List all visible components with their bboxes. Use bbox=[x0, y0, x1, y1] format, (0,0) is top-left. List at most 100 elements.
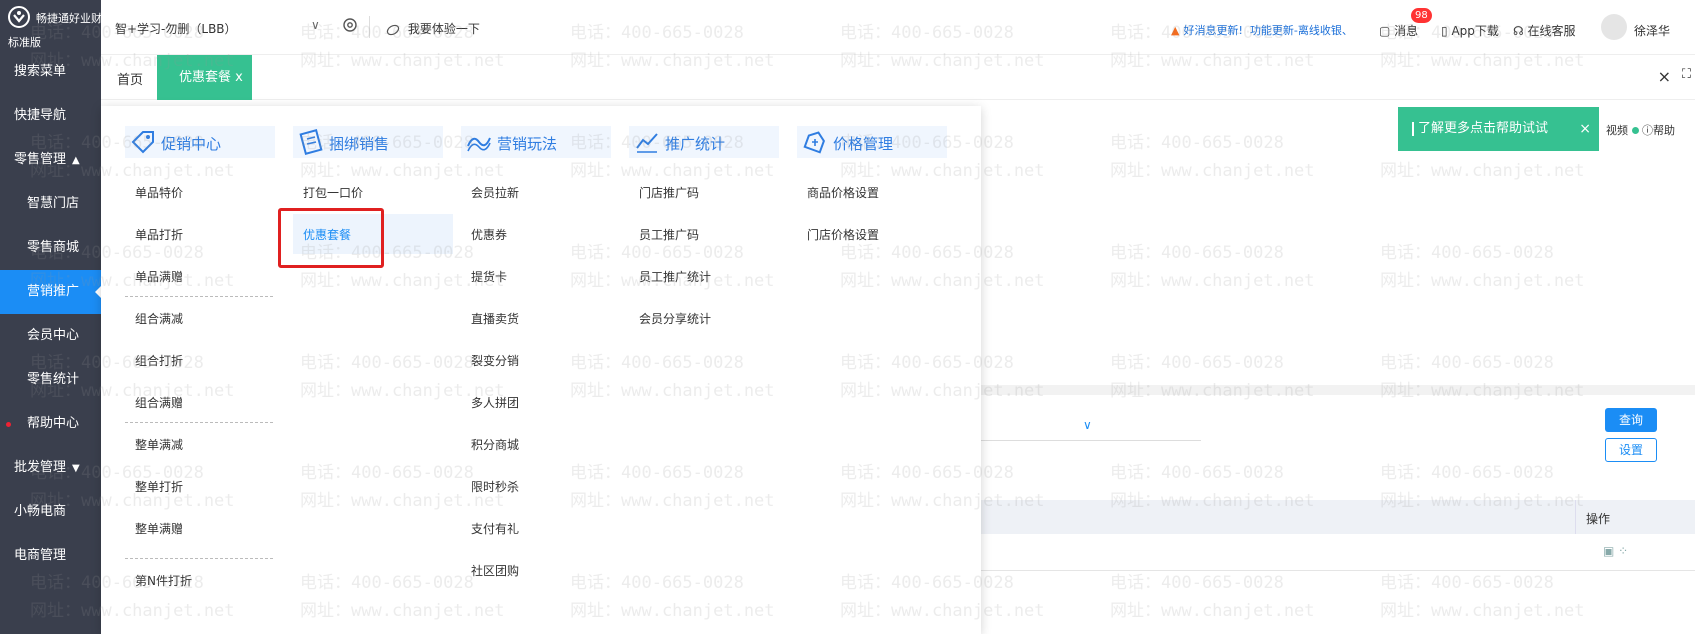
menu-column-header: 营销玩法 bbox=[461, 126, 611, 158]
app-download-link[interactable]: ▯ App下载 bbox=[1441, 22, 1499, 39]
try-experience-link[interactable]: 我要体验一下 bbox=[386, 20, 480, 37]
menu-item-product-price-settings[interactable]: 商品价格设置 bbox=[807, 184, 879, 201]
menu-item-live-selling[interactable]: 直播卖货 bbox=[471, 310, 519, 327]
update-notice[interactable]: ▲ 好消息更新! 功能更新-离线收银、 bbox=[1171, 22, 1353, 38]
menu-item-order-discount[interactable]: 整单打折 bbox=[135, 478, 183, 495]
messages-link[interactable]: ▢ 消息 bbox=[1379, 22, 1418, 39]
stats-chart-icon bbox=[636, 133, 658, 153]
sidebar-item-help-center[interactable]: 帮助中心 bbox=[0, 402, 101, 446]
menu-item-staff-promo-stats[interactable]: 员工推广统计 bbox=[639, 268, 711, 285]
brand-edition: 标准版 bbox=[8, 36, 41, 49]
help-toast[interactable]: 了解更多点击帮助试试 × bbox=[1398, 107, 1599, 151]
chevron-down-icon[interactable]: ∨ bbox=[311, 18, 320, 32]
menu-item-payment-gift[interactable]: 支付有礼 bbox=[471, 520, 519, 537]
tab-bar: 首页 优惠套餐 x × ⛶ bbox=[101, 55, 1695, 100]
brand-name: 畅捷通好业财 bbox=[36, 12, 102, 25]
menu-item-combo-gift[interactable]: 组合满赠 bbox=[135, 394, 183, 411]
tab-home[interactable]: 首页 bbox=[117, 69, 143, 88]
sidebar-item-retail-stats[interactable]: 零售统计 bbox=[0, 358, 101, 402]
menu-item-nth-discount[interactable]: 第N件打折 bbox=[135, 572, 192, 589]
online-service-label: 在线客服 bbox=[1527, 24, 1576, 38]
menu-item-combo-discount[interactable]: 组合打折 bbox=[135, 352, 183, 369]
filter-select[interactable] bbox=[981, 440, 1201, 441]
close-icon[interactable]: × bbox=[1579, 107, 1591, 151]
menu-item-group-buy[interactable]: 多人拼团 bbox=[471, 394, 519, 411]
menu-item-combo-reduction[interactable]: 组合满减 bbox=[135, 310, 183, 327]
marketing-mega-menu: 促销中心 单品特价 单品打折 单品满赠 组合满减 组合打折 组合满赠 整单满减 … bbox=[101, 106, 981, 634]
menu-item-staff-promo-code[interactable]: 员工推广码 bbox=[639, 226, 699, 243]
app-download-label: App下载 bbox=[1451, 24, 1499, 38]
sidebar-item-member-center[interactable]: 会员中心 bbox=[0, 314, 101, 358]
close-icon[interactable]: x bbox=[235, 70, 243, 85]
column-title: 促销中心 bbox=[161, 135, 222, 153]
notice-b: 功能更新-离线收银、 bbox=[1249, 24, 1353, 37]
company-selector[interactable]: 智+学习-勿删（LBB） bbox=[115, 20, 237, 37]
sidebar-item-retail-management[interactable]: 零售管理 ▲ bbox=[0, 138, 101, 182]
user-name[interactable]: 徐泽华 bbox=[1634, 22, 1670, 39]
right-tools: 视频 ⓘ帮助 bbox=[1606, 122, 1675, 138]
tab-discount-package[interactable]: 优惠套餐 x bbox=[157, 55, 252, 100]
menu-item-pickup-card[interactable]: 提货卡 bbox=[471, 268, 507, 285]
sidebar: 畅捷通好业财 标准版 搜索菜单 快捷导航 零售管理 ▲ 智慧门店 零售商城 营销推… bbox=[0, 0, 102, 634]
fullscreen-icon[interactable]: ⛶ bbox=[1682, 67, 1691, 82]
sidebar-item-xiaochang-ecommerce[interactable]: 小畅电商 bbox=[0, 490, 101, 534]
bell-icon: ▲ bbox=[1171, 24, 1180, 37]
column-title: 价格管理 bbox=[833, 135, 894, 153]
query-button[interactable]: 查询 bbox=[1605, 408, 1657, 432]
column-title: 推广统计 bbox=[665, 135, 726, 153]
menu-item-member-acquisition[interactable]: 会员拉新 bbox=[471, 184, 519, 201]
sidebar-item-label: 帮助中心 bbox=[27, 416, 80, 431]
sidebar-item-search-menu[interactable]: 搜索菜单 bbox=[0, 50, 101, 94]
sidebar-item-wholesale-management[interactable]: 批发管理 ▼ bbox=[0, 446, 101, 490]
divider bbox=[125, 422, 273, 423]
menu-item-single-discount[interactable]: 单品打折 bbox=[135, 226, 183, 243]
try-label: 我要体验一下 bbox=[407, 22, 480, 36]
menu-item-store-price-settings[interactable]: 门店价格设置 bbox=[807, 226, 879, 243]
rocket-icon bbox=[386, 24, 400, 35]
operation-column-header: 操作 bbox=[1586, 512, 1611, 526]
settings-button[interactable]: 设置 bbox=[1605, 438, 1657, 462]
menu-item-community-group[interactable]: 社区团购 bbox=[471, 562, 519, 579]
menu-column-header: 价格管理 bbox=[797, 126, 947, 158]
avatar[interactable] bbox=[1601, 14, 1627, 40]
toast-accent bbox=[1412, 121, 1414, 136]
video-link[interactable]: 视频 bbox=[1606, 124, 1628, 137]
sidebar-item-marketing[interactable]: 营销推广 bbox=[0, 270, 101, 314]
help-link[interactable]: 帮助 bbox=[1653, 124, 1675, 137]
brand[interactable]: 畅捷通好业财 标准版 bbox=[0, 0, 102, 50]
menu-column-header: 捆绑销售 bbox=[293, 126, 443, 158]
menu-item-points-mall[interactable]: 积分商城 bbox=[471, 436, 519, 453]
chanjet-logo-icon bbox=[8, 6, 30, 28]
table-row bbox=[981, 570, 1695, 571]
help-icon: ⓘ bbox=[1642, 124, 1653, 137]
red-dot-icon bbox=[6, 422, 11, 427]
sidebar-item-retail-mall[interactable]: 零售商城 bbox=[0, 226, 101, 270]
menu-item-order-gift[interactable]: 整单满赠 bbox=[135, 520, 183, 537]
sidebar-item-quick-nav[interactable]: 快捷导航 bbox=[0, 94, 101, 138]
grid-icon[interactable]: ⁘ bbox=[1618, 544, 1628, 558]
edit-icon[interactable]: ▣ bbox=[1603, 544, 1614, 558]
menu-item-bundle-price[interactable]: 打包一口价 bbox=[303, 184, 363, 201]
sidebar-item-label: 会员中心 bbox=[27, 328, 80, 343]
menu-item-fission-distribution[interactable]: 裂变分销 bbox=[471, 352, 519, 369]
online-service-link[interactable]: ☊ 在线客服 bbox=[1513, 22, 1576, 39]
chevron-down-icon[interactable]: ∨ bbox=[1083, 418, 1092, 432]
gear-icon[interactable] bbox=[341, 16, 359, 34]
headset-icon: ☊ bbox=[1513, 24, 1524, 38]
menu-item-member-share-stats[interactable]: 会员分享统计 bbox=[639, 310, 711, 327]
sidebar-item-label: 零售商城 bbox=[27, 240, 80, 255]
menu-item-single-gift[interactable]: 单品满赠 bbox=[135, 268, 183, 285]
sidebar-item-label: 电商管理 bbox=[14, 548, 67, 563]
sidebar-item-smart-store[interactable]: 智慧门店 bbox=[0, 182, 101, 226]
column-title: 营销玩法 bbox=[497, 135, 558, 153]
sidebar-item-ecommerce-management[interactable]: 电商管理 bbox=[0, 534, 101, 578]
menu-item-order-reduction[interactable]: 整单满减 bbox=[135, 436, 183, 453]
row-actions: ▣ ⁘ bbox=[1603, 544, 1628, 558]
menu-item-store-promo-code[interactable]: 门店推广码 bbox=[639, 184, 699, 201]
menu-item-coupon[interactable]: 优惠券 bbox=[471, 226, 507, 243]
sidebar-item-label: 小畅电商 bbox=[14, 504, 67, 519]
menu-item-single-special-price[interactable]: 单品特价 bbox=[135, 184, 183, 201]
close-all-tabs-icon[interactable]: × bbox=[1658, 67, 1671, 86]
menu-item-flash-sale[interactable]: 限时秒杀 bbox=[471, 478, 519, 495]
divider bbox=[369, 16, 370, 38]
